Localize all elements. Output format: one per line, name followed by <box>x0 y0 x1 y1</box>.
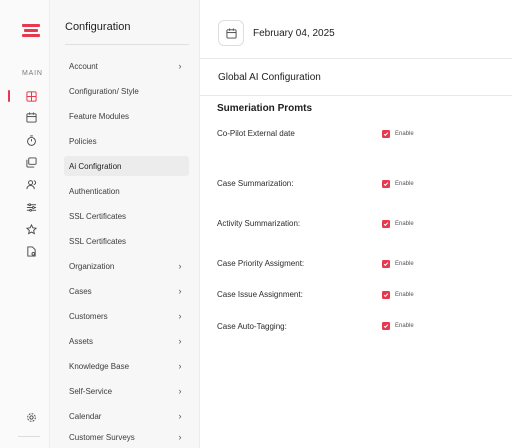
menu-item-authentication[interactable]: Authentication <box>64 181 189 201</box>
enable-label: Enable <box>395 131 414 137</box>
active-indicator <box>8 90 10 102</box>
menu-item-label: Policies <box>69 136 97 146</box>
config-menu: Configuration Account › Configuration/ St… <box>50 0 200 448</box>
menu-item-label: Assets <box>69 336 94 346</box>
menu-item-customers[interactable]: Customers › <box>64 306 189 326</box>
menu-divider <box>65 44 189 45</box>
menu-item-ssl-certificates-2[interactable]: SSL Certificates <box>64 231 189 251</box>
menu-item-calendar[interactable]: Calendar › <box>64 406 189 426</box>
menu-item-label: Customer Surveys <box>69 432 135 442</box>
menu-item-account[interactable]: Account › <box>64 56 189 76</box>
setting-label-case-issue: Case Issue Assignment: <box>217 290 303 299</box>
setting-label-copilot: Co-Pilot External date <box>217 129 295 138</box>
enable-checkbox-case-priority[interactable] <box>382 260 390 268</box>
grid-icon[interactable] <box>25 90 37 102</box>
enable-label: Enable <box>395 221 414 227</box>
app-logo[interactable] <box>22 24 40 40</box>
check-icon <box>383 222 389 227</box>
rail-section-label: MAIN <box>22 70 43 77</box>
gear-icon[interactable] <box>25 411 37 423</box>
menu-item-label: Organization <box>69 261 115 271</box>
check-icon <box>383 262 389 267</box>
menu-item-label: Knowledge Base <box>69 361 130 371</box>
users-icon[interactable] <box>25 178 37 190</box>
current-date: February 04, 2025 <box>253 28 335 39</box>
setting-label-activity-summarization: Activity Summarization: <box>217 219 301 228</box>
subsection-title: Sumeriation Promts <box>217 103 313 114</box>
enable-label: Enable <box>395 323 414 329</box>
menu-item-label: Ai Configration <box>69 161 122 171</box>
check-icon <box>383 182 389 187</box>
check-icon <box>383 132 389 137</box>
enable-label: Enable <box>395 292 414 298</box>
setting-label-case-summarization: Case Summarization: <box>217 179 294 188</box>
enable-checkbox-case-summarization[interactable] <box>382 180 390 188</box>
calendar-icon[interactable] <box>25 111 37 123</box>
enable-label: Enable <box>395 181 414 187</box>
menu-item-policies[interactable]: Policies <box>64 131 189 151</box>
section-divider <box>200 95 512 96</box>
menu-item-configuration-style[interactable]: Configuration/ Style <box>64 81 189 101</box>
chevron-right-icon: › <box>178 261 182 271</box>
menu-item-ssl-certificates[interactable]: SSL Certificates <box>64 206 189 226</box>
menu-item-label: SSL Certificates <box>69 211 127 221</box>
enable-label: Enable <box>395 261 414 267</box>
chevron-right-icon: › <box>178 311 182 321</box>
menu-item-cases[interactable]: Cases › <box>64 281 189 301</box>
chevron-right-icon: › <box>178 411 182 421</box>
section-title: Global AI Configuration <box>218 72 321 83</box>
menu-item-knowledge-base[interactable]: Knowledge Base › <box>64 356 189 376</box>
sliders-icon[interactable] <box>25 201 37 213</box>
menu-item-organization[interactable]: Organization › <box>64 256 189 276</box>
menu-item-label: Calendar <box>69 411 102 421</box>
check-icon <box>383 293 389 298</box>
menu-item-feature-modules[interactable]: Feature Modules <box>64 106 189 126</box>
chevron-right-icon: › <box>178 432 182 442</box>
menu-item-self-service[interactable]: Self-Service › <box>64 381 189 401</box>
chevron-right-icon: › <box>178 286 182 296</box>
menu-item-label: Self-Service <box>69 386 113 396</box>
menu-item-label: Customers <box>69 311 108 321</box>
calendar-icon <box>225 27 237 39</box>
menu-item-label: Account <box>69 61 98 71</box>
menu-item-ai-configuration[interactable]: Ai Configration <box>64 156 189 176</box>
star-icon[interactable] <box>25 223 37 235</box>
menu-item-label: Feature Modules <box>69 111 130 121</box>
menu-item-label: Cases <box>69 286 92 296</box>
chevron-right-icon: › <box>178 386 182 396</box>
menu-title: Configuration <box>65 21 131 33</box>
menu-item-label: Configuration/ Style <box>69 86 139 96</box>
enable-checkbox-activity-summarization[interactable] <box>382 220 390 228</box>
menu-item-customer-surveys[interactable]: Customer Surveys › <box>64 427 189 447</box>
menu-item-label: SSL Certificates <box>69 236 127 246</box>
gallery-icon[interactable] <box>25 156 37 168</box>
header-divider <box>200 58 512 59</box>
main-content: February 04, 2025 Global AI Configuratio… <box>200 0 512 448</box>
rail-divider <box>18 436 40 437</box>
menu-item-label: Authentication <box>69 186 120 196</box>
enable-checkbox-copilot[interactable] <box>382 130 390 138</box>
setting-label-case-priority: Case Priority Assigment: <box>217 259 305 268</box>
chevron-right-icon: › <box>178 61 182 71</box>
setting-label-case-auto-tagging: Case Auto-Tagging: <box>217 322 287 331</box>
timer-icon[interactable] <box>25 134 37 146</box>
date-picker-button[interactable] <box>218 20 244 46</box>
document-settings-icon[interactable] <box>25 245 37 257</box>
enable-checkbox-case-issue[interactable] <box>382 291 390 299</box>
menu-item-assets[interactable]: Assets › <box>64 331 189 351</box>
chevron-right-icon: › <box>178 336 182 346</box>
enable-checkbox-case-auto-tagging[interactable] <box>382 322 390 330</box>
check-icon <box>383 324 389 329</box>
icon-rail: MAIN <box>0 0 50 448</box>
chevron-right-icon: › <box>178 361 182 371</box>
